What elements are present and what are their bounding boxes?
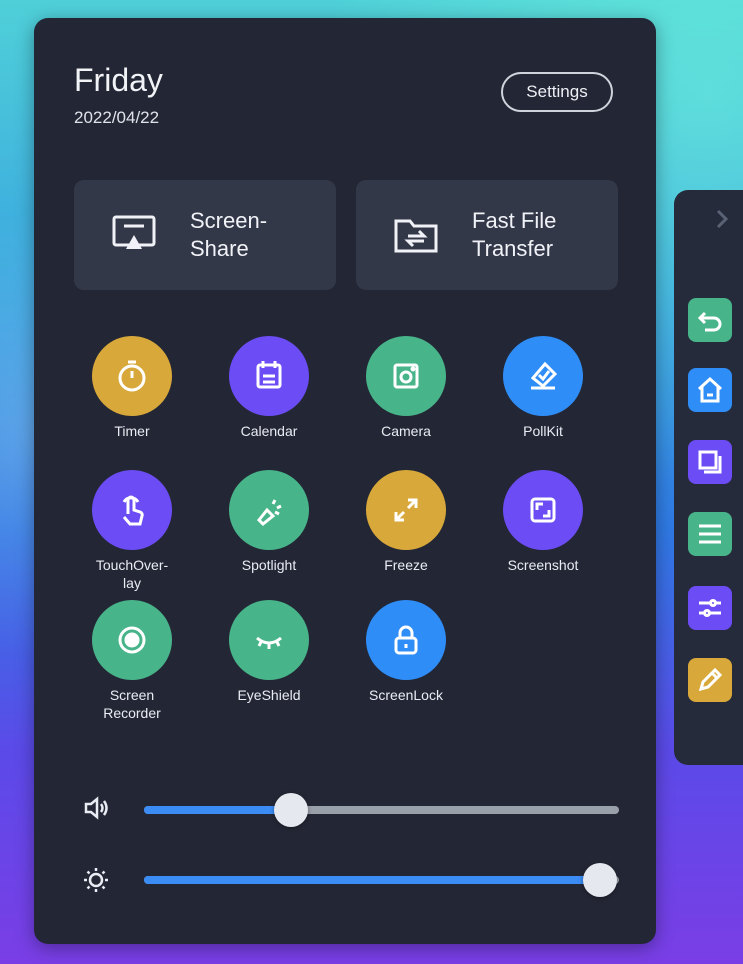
app-label: Camera <box>381 423 431 439</box>
app-spotlight[interactable]: Spotlight <box>209 470 329 574</box>
pen-icon <box>698 667 723 692</box>
pollkit-icon <box>530 361 558 390</box>
home-icon <box>697 376 723 403</box>
pen-button[interactable] <box>688 658 732 702</box>
app-label: Calendar <box>240 423 298 439</box>
day-label: Friday <box>74 62 163 98</box>
app-label: Screen Recorder <box>103 687 161 721</box>
app-pollkit[interactable]: PollKit <box>483 336 603 440</box>
volume-knob[interactable] <box>274 793 308 827</box>
back-button[interactable] <box>688 298 732 342</box>
app-label: Timer <box>114 423 150 439</box>
date-label: 2022/04/22 <box>74 108 160 127</box>
app-freeze[interactable]: Freeze <box>346 470 466 574</box>
side-toolbar <box>674 190 743 765</box>
app-label: Screenshot <box>507 557 579 573</box>
windows-icon <box>698 450 722 474</box>
menu-button[interactable] <box>688 512 732 556</box>
brightness-fill <box>144 876 600 884</box>
calendar-icon <box>256 361 282 389</box>
volume-slider[interactable] <box>144 793 619 827</box>
app-label: PollKit <box>523 423 563 439</box>
app-eyeshield[interactable]: EyeShield <box>209 600 329 704</box>
adjust-icon <box>699 599 721 617</box>
app-label: ScreenLock <box>369 687 443 703</box>
lock-icon <box>394 625 418 655</box>
control-center-panel: Friday 2022/04/22 Settings Screen- Share… <box>34 18 656 944</box>
brightness-knob[interactable] <box>583 863 617 897</box>
fast-file-transfer-label: Fast File Transfer <box>472 208 557 261</box>
chevron-right-icon[interactable] <box>714 208 730 230</box>
adjust-button[interactable] <box>688 586 732 630</box>
spotlight-icon <box>256 499 282 527</box>
menu-icon <box>699 524 721 544</box>
app-screenshot[interactable]: Screenshot <box>483 470 603 574</box>
app-label: Freeze <box>384 557 428 573</box>
screenshot-icon <box>530 497 556 523</box>
app-screenlock[interactable]: ScreenLock <box>346 600 466 704</box>
windows-button[interactable] <box>688 440 732 484</box>
app-calendar[interactable]: Calendar <box>209 336 329 440</box>
settings-button[interactable]: Settings <box>501 72 613 112</box>
app-camera[interactable]: Camera <box>346 336 466 440</box>
touch-icon <box>122 495 144 526</box>
screen-share-icon <box>112 215 156 249</box>
app-label: TouchOver- lay <box>95 557 169 591</box>
camera-icon <box>393 363 419 389</box>
home-button[interactable] <box>688 368 732 412</box>
freeze-icon <box>394 498 418 522</box>
screen-share-label: Screen- Share <box>190 208 268 261</box>
back-icon <box>697 311 722 332</box>
folder-transfer-icon <box>394 219 438 253</box>
app-label: EyeShield <box>237 687 301 703</box>
volume-icon <box>84 796 108 820</box>
app-touchoverlay[interactable]: TouchOver- lay <box>72 470 192 592</box>
app-label: Spotlight <box>241 557 297 573</box>
app-timer[interactable]: Timer <box>72 336 192 440</box>
fast-file-transfer-button[interactable]: Fast File Transfer <box>356 180 618 290</box>
brightness-slider[interactable] <box>144 863 619 897</box>
brightness-icon <box>84 868 108 892</box>
screen-share-button[interactable]: Screen- Share <box>74 180 336 290</box>
volume-fill <box>144 806 291 814</box>
timer-icon <box>118 360 146 392</box>
eyeshield-icon <box>256 636 282 649</box>
recorder-icon <box>118 626 146 654</box>
app-screen-recorder[interactable]: Screen Recorder <box>72 600 192 722</box>
